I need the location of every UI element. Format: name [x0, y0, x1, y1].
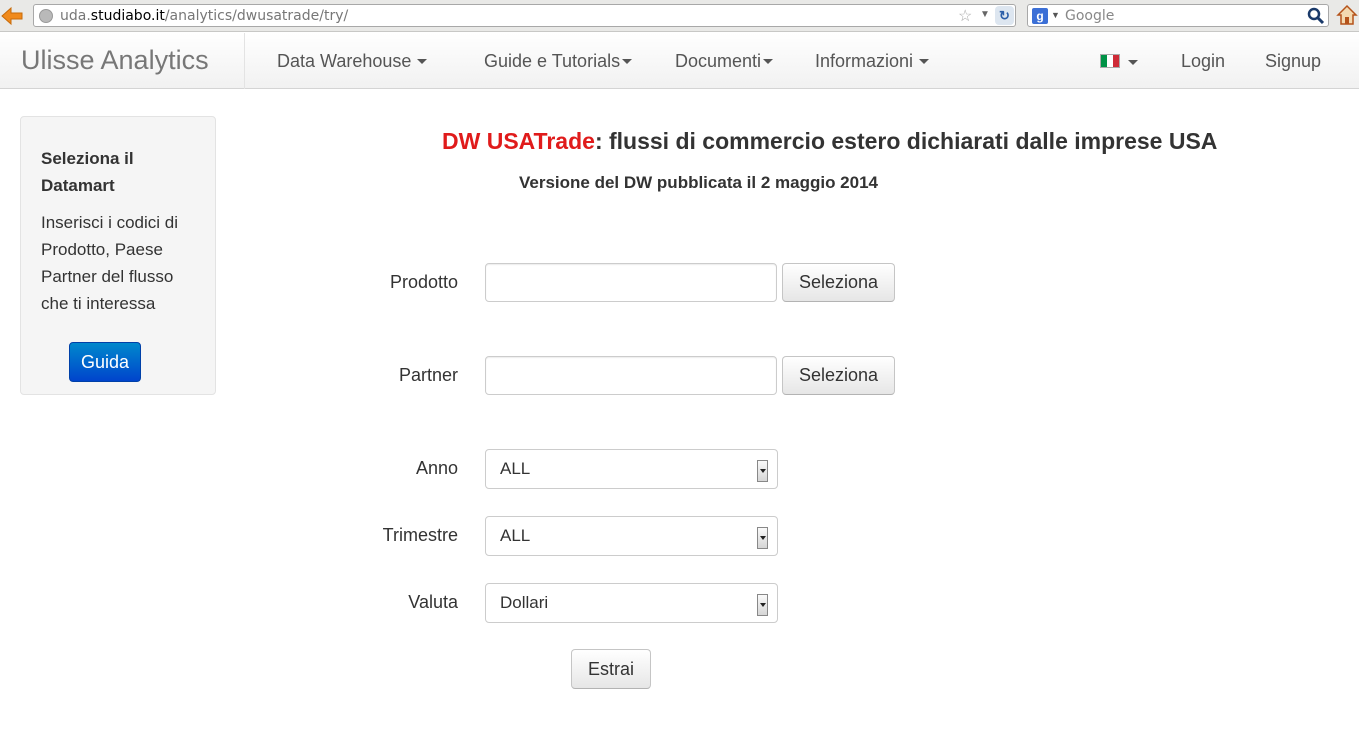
- caret-down-icon: [919, 58, 930, 64]
- nav-data-warehouse[interactable]: Data Warehouse: [277, 51, 428, 72]
- prodotto-label: Prodotto: [389, 272, 458, 292]
- valuta-selected-value: Dollari: [500, 593, 549, 612]
- login-link[interactable]: Login: [1181, 51, 1225, 72]
- globe-icon: [39, 9, 53, 23]
- url-text[interactable]: uda.studiabo.it/analytics/dwusatrade/try…: [60, 8, 348, 24]
- nav-guide-tutorials[interactable]: Guide e Tutorials: [484, 51, 633, 72]
- language-dropdown[interactable]: [1126, 52, 1138, 73]
- caret-down-icon: [417, 58, 428, 64]
- address-bar[interactable]: uda.studiabo.it/analytics/dwusatrade/try…: [33, 4, 1016, 27]
- back-arrow-icon[interactable]: [0, 5, 24, 27]
- search-bar[interactable]: g ▼ Google: [1027, 4, 1329, 27]
- bookmark-star-icon[interactable]: ☆: [958, 6, 972, 26]
- search-placeholder[interactable]: Google: [1065, 8, 1114, 24]
- valuta-label: Valuta: [408, 592, 458, 612]
- sidebar-title: Seleziona il Datamart: [41, 149, 134, 195]
- nav-documenti[interactable]: Documenti: [675, 51, 774, 72]
- sidebar-instructions: Inserisci i codici di Prodotto, Paese Pa…: [41, 213, 178, 313]
- page-subtitle: Versione del DW pubblicata il 2 maggio 2…: [519, 173, 878, 192]
- sidebar-well: Seleziona il Datamart Inserisci i codici…: [20, 116, 216, 395]
- trimestre-select[interactable]: ALL: [485, 516, 778, 556]
- partner-input[interactable]: [485, 356, 777, 395]
- select-arrow-icon: [757, 527, 768, 549]
- signup-link[interactable]: Signup: [1265, 51, 1321, 72]
- search-engine-dropdown-icon[interactable]: ▼: [1051, 10, 1060, 20]
- site-navbar: Ulisse Analytics Data Warehouse Guide e …: [0, 33, 1359, 89]
- navbar-divider: [244, 33, 245, 89]
- anno-selected-value: ALL: [500, 459, 531, 478]
- prodotto-input[interactable]: [485, 263, 777, 302]
- estrai-button[interactable]: Estrai: [571, 649, 651, 689]
- select-arrow-icon: [757, 594, 768, 616]
- trimestre-selected-value: ALL: [500, 526, 531, 545]
- prodotto-seleziona-button[interactable]: Seleziona: [782, 263, 895, 302]
- partner-seleziona-button[interactable]: Seleziona: [782, 356, 895, 395]
- search-engine-icon[interactable]: g: [1032, 8, 1048, 24]
- history-dropdown-icon[interactable]: ▼: [980, 9, 990, 20]
- guida-button[interactable]: Guida: [69, 342, 141, 382]
- caret-down-icon: [763, 58, 774, 64]
- caret-down-icon: [1128, 59, 1138, 65]
- anno-label: Anno: [415, 458, 458, 478]
- magnifier-icon[interactable]: [1307, 7, 1325, 25]
- select-arrow-icon: [757, 460, 768, 482]
- anno-select[interactable]: ALL: [485, 449, 778, 489]
- page-title: DW USATrade: flussi di commercio estero …: [442, 128, 1217, 155]
- home-icon[interactable]: [1336, 4, 1358, 26]
- title-rest: : flussi di commercio estero dichiarati …: [594, 128, 1218, 154]
- italy-flag-icon[interactable]: [1100, 54, 1120, 68]
- browser-toolbar: uda.studiabo.it/analytics/dwusatrade/try…: [0, 0, 1359, 32]
- caret-down-icon: [622, 58, 633, 64]
- reload-icon[interactable]: ↻: [995, 6, 1014, 25]
- brand-logo[interactable]: Ulisse Analytics: [21, 45, 209, 76]
- valuta-select[interactable]: Dollari: [485, 583, 778, 623]
- partner-label: Partner: [398, 365, 458, 385]
- trimestre-label: Trimestre: [382, 525, 458, 545]
- nav-informazioni[interactable]: Informazioni: [815, 51, 930, 72]
- title-highlight: DW USATrade: [442, 128, 595, 154]
